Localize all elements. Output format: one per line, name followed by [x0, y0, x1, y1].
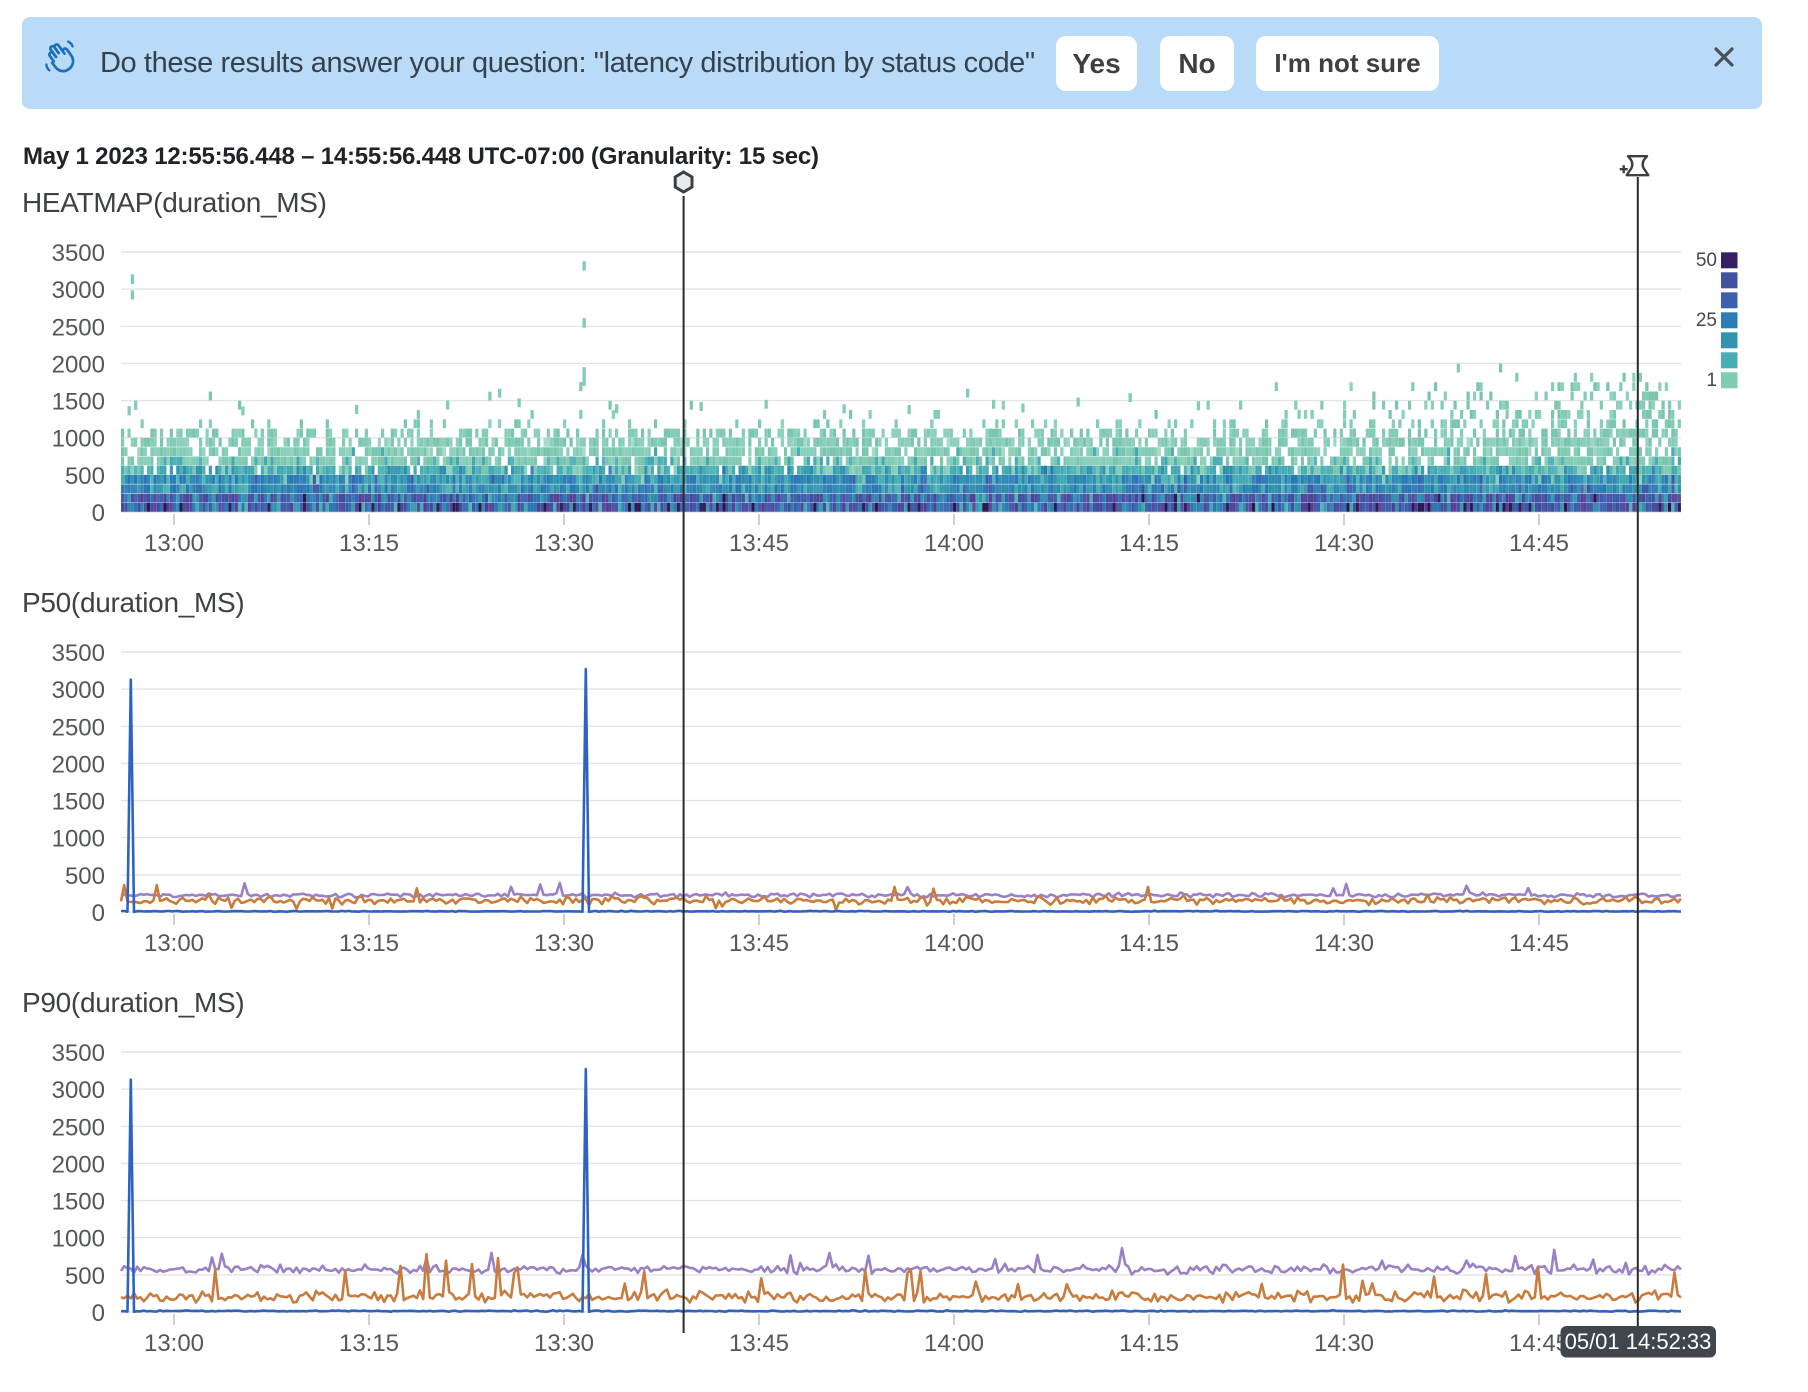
svg-text:2000: 2000	[52, 1151, 105, 1178]
svg-text:2500: 2500	[52, 714, 105, 741]
svg-text:2500: 2500	[52, 1114, 105, 1141]
svg-text:3500: 3500	[52, 1040, 105, 1067]
svg-text:HEATMAP(duration_MS): HEATMAP(duration_MS)	[22, 187, 327, 218]
svg-text:13:30: 13:30	[534, 530, 594, 557]
svg-text:14:15: 14:15	[1119, 530, 1179, 557]
svg-text:14:30: 14:30	[1314, 930, 1374, 957]
svg-text:13:45: 13:45	[729, 530, 789, 557]
svg-text:3500: 3500	[52, 240, 105, 267]
svg-text:May 1 2023 12:55:56.448 – 14:5: May 1 2023 12:55:56.448 – 14:55:56.448 U…	[23, 143, 819, 170]
svg-text:13:00: 13:00	[144, 530, 204, 557]
svg-text:14:30: 14:30	[1314, 1330, 1374, 1357]
svg-text:1500: 1500	[52, 1189, 105, 1216]
svg-text:13:00: 13:00	[144, 1330, 204, 1357]
svg-text:0: 0	[92, 500, 105, 527]
svg-text:14:15: 14:15	[1119, 930, 1179, 957]
svg-text:0: 0	[92, 900, 105, 927]
svg-text:14:00: 14:00	[924, 1330, 984, 1357]
svg-text:3500: 3500	[52, 640, 105, 667]
svg-text:14:45: 14:45	[1509, 930, 1569, 957]
svg-text:14:00: 14:00	[924, 530, 984, 557]
svg-text:P50(duration_MS): P50(duration_MS)	[22, 587, 244, 618]
svg-text:14:00: 14:00	[924, 930, 984, 957]
svg-text:14:15: 14:15	[1119, 1330, 1179, 1357]
svg-text:13:15: 13:15	[339, 930, 399, 957]
svg-text:13:30: 13:30	[534, 930, 594, 957]
svg-text:500: 500	[65, 1263, 105, 1290]
svg-text:500: 500	[65, 863, 105, 890]
svg-text:2000: 2000	[52, 751, 105, 778]
svg-text:50: 50	[1696, 250, 1717, 271]
svg-text:13:30: 13:30	[534, 1330, 594, 1357]
svg-text:3000: 3000	[52, 677, 105, 704]
svg-text:0: 0	[92, 1300, 105, 1327]
svg-text:14:45: 14:45	[1509, 1330, 1569, 1357]
svg-text:13:00: 13:00	[144, 930, 204, 957]
svg-text:13:15: 13:15	[339, 530, 399, 557]
svg-text:13:45: 13:45	[729, 1330, 789, 1357]
svg-text:2000: 2000	[52, 351, 105, 378]
svg-text:25: 25	[1696, 310, 1717, 331]
svg-text:1: 1	[1706, 370, 1717, 391]
svg-text:14:30: 14:30	[1314, 530, 1374, 557]
svg-text:2500: 2500	[52, 314, 105, 341]
svg-text:500: 500	[65, 463, 105, 490]
svg-text:1000: 1000	[52, 426, 105, 453]
svg-text:13:15: 13:15	[339, 1330, 399, 1357]
svg-text:1500: 1500	[52, 389, 105, 416]
svg-text:05/01 14:52:33: 05/01 14:52:33	[1565, 1329, 1712, 1354]
svg-text:3000: 3000	[52, 277, 105, 304]
svg-text:14:45: 14:45	[1509, 530, 1569, 557]
svg-text:13:45: 13:45	[729, 930, 789, 957]
svg-text:1000: 1000	[52, 1226, 105, 1253]
svg-text:3000: 3000	[52, 1077, 105, 1104]
svg-text:1000: 1000	[52, 826, 105, 853]
svg-text:P90(duration_MS): P90(duration_MS)	[22, 987, 244, 1018]
svg-text:1500: 1500	[52, 789, 105, 816]
